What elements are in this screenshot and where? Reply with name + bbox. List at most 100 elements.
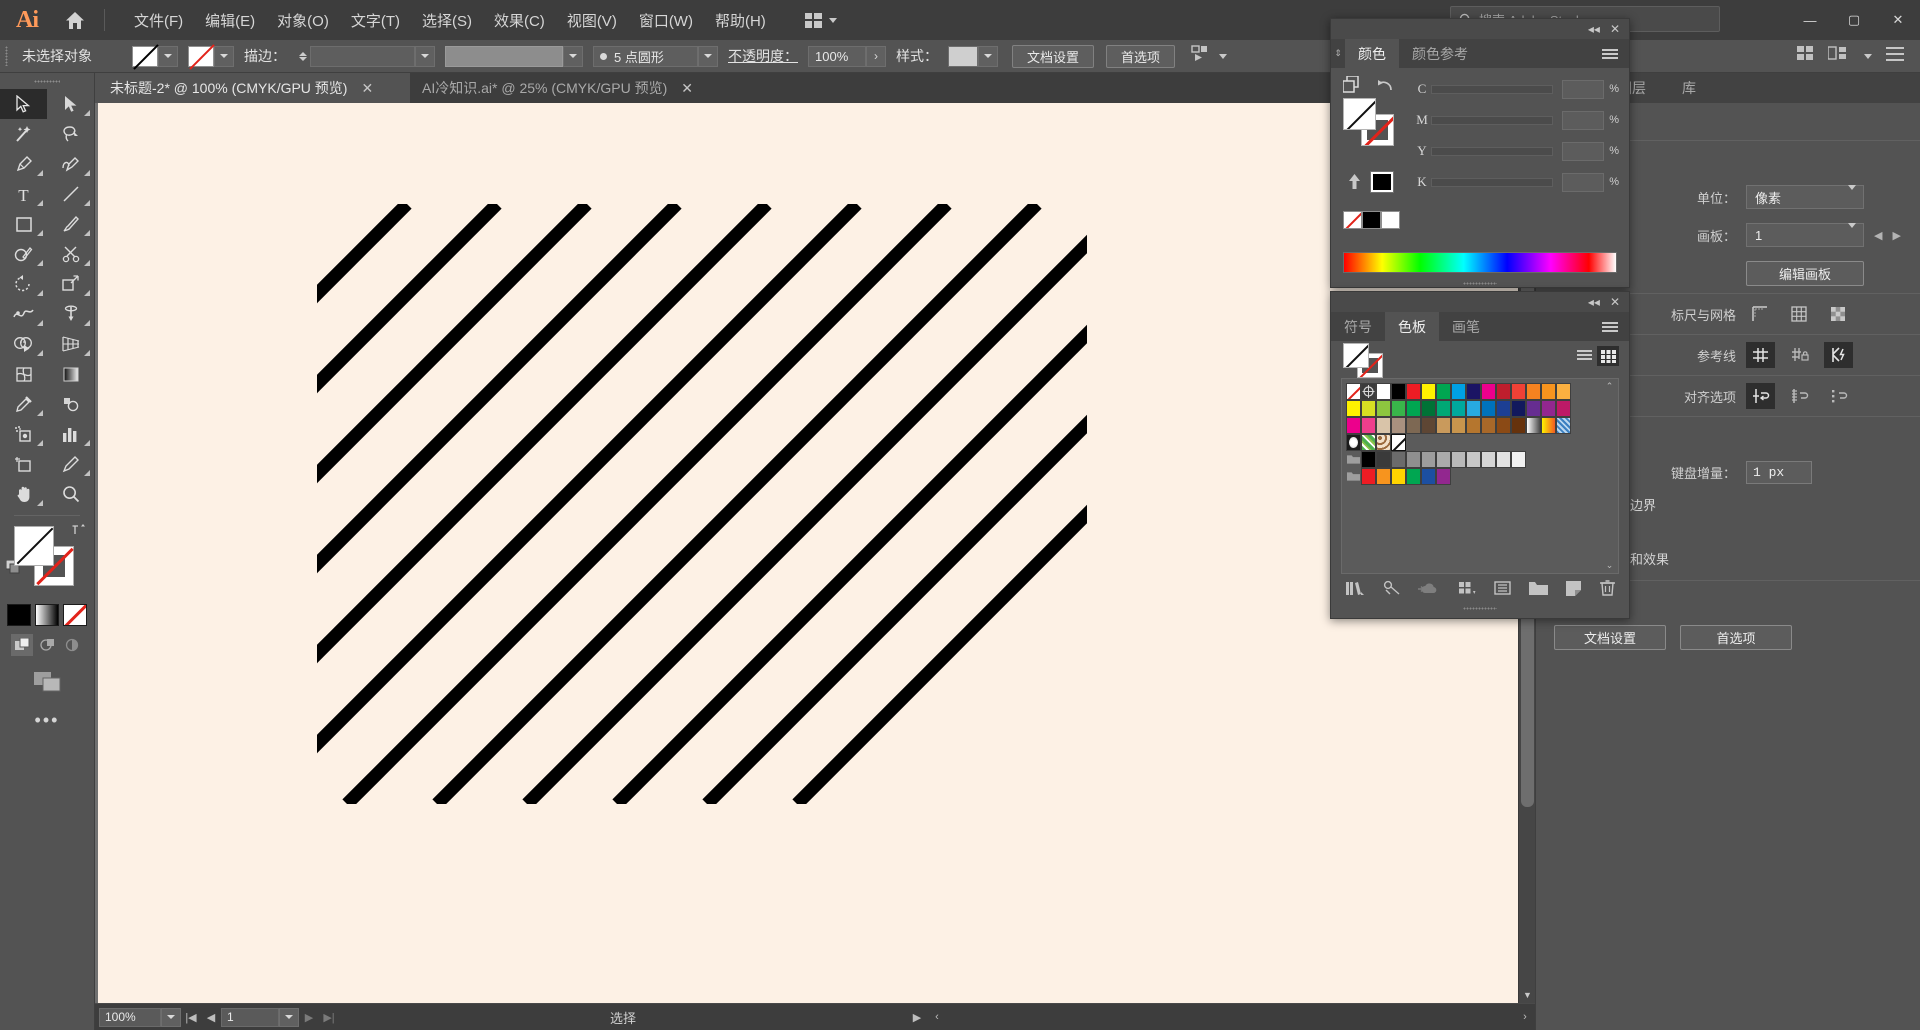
close-button[interactable]: ✕ [1876, 0, 1920, 40]
stroke-dropdown[interactable] [214, 45, 234, 67]
toolbar-grip[interactable] [0, 73, 94, 89]
stroke-weight-field[interactable] [310, 45, 415, 67]
pen-tool[interactable] [0, 149, 47, 179]
color-icon[interactable] [7, 604, 31, 626]
direct-selection-tool[interactable] [47, 89, 94, 119]
swatch-color[interactable] [1466, 417, 1481, 434]
swatch-gradient-yellow[interactable] [1541, 417, 1556, 434]
panel-menu-icon[interactable] [1602, 39, 1629, 68]
stripe-pattern-artwork[interactable] [317, 204, 1087, 804]
color-panel-header[interactable]: ◂◂ ✕ [1331, 19, 1629, 39]
smart-guides-icon[interactable] [1824, 342, 1853, 368]
tab-libraries[interactable]: 库 [1664, 73, 1714, 103]
revert-icon[interactable] [1377, 77, 1394, 98]
arrange-documents-icon[interactable] [1827, 46, 1850, 66]
cmyk-slider-k[interactable]: K % [1413, 169, 1619, 195]
artboard-number-field[interactable]: 1 [221, 1007, 279, 1027]
tab-color-guide[interactable]: 颜色参考 [1399, 39, 1481, 68]
align-icon[interactable] [1191, 45, 1211, 67]
quick-preferences-button[interactable]: 首选项 [1680, 625, 1792, 650]
swatch-none[interactable] [1343, 211, 1362, 229]
swatches-scrollbar[interactable]: ⌃ ⌄ [1603, 381, 1616, 571]
swatch-gradient-white[interactable] [1526, 417, 1541, 434]
units-select[interactable]: 像素 [1746, 184, 1864, 209]
panel-grip-icon[interactable]: ⇕ [1331, 39, 1345, 68]
prev-artboard-icon[interactable]: ◀ [1874, 229, 1882, 242]
swatch-color[interactable] [1436, 383, 1451, 400]
gradient-tool[interactable] [47, 359, 94, 389]
lock-guides-icon[interactable] [1785, 342, 1814, 368]
swatch-color[interactable] [1346, 417, 1361, 434]
fill-stroke-proxy-icon[interactable] [1342, 75, 1362, 99]
slider-value-field[interactable] [1562, 79, 1605, 99]
slider-value-field[interactable] [1562, 172, 1605, 192]
swatch-color[interactable] [1361, 400, 1376, 417]
swatch-color[interactable] [1511, 383, 1526, 400]
swatch-none[interactable] [1346, 383, 1361, 400]
width-tool[interactable] [0, 299, 47, 329]
swatch-color[interactable] [1361, 417, 1376, 434]
swatch-color[interactable] [1436, 468, 1451, 485]
show-guides-icon[interactable] [1746, 342, 1775, 368]
opacity-label[interactable]: 不透明度： [718, 46, 808, 66]
zoom-tool[interactable] [47, 479, 94, 509]
swatch-options-icon[interactable] [1458, 580, 1477, 601]
draw-inside-icon[interactable] [61, 634, 83, 656]
canvas-area[interactable]: ▲ ▼ [95, 103, 1535, 1003]
document-tab-inactive[interactable]: AI冷知识.ai* @ 25% (CMYK/GPU 预览) ✕ [410, 73, 728, 103]
gradient-icon[interactable] [35, 604, 59, 626]
swatch-color[interactable] [1541, 383, 1556, 400]
hand-tool[interactable] [0, 479, 47, 509]
type-tool[interactable]: T [0, 179, 47, 209]
snap-to-pixel-icon[interactable] [1824, 383, 1853, 409]
artboard[interactable] [98, 103, 1518, 1003]
align-chevron-down-icon[interactable] [1219, 53, 1228, 59]
maximize-button[interactable]: ▢ [1832, 0, 1876, 40]
close-icon[interactable]: ✕ [361, 80, 373, 97]
swatch-color[interactable] [1436, 417, 1451, 434]
draw-behind-icon[interactable] [36, 634, 58, 656]
swatch-color[interactable] [1451, 451, 1466, 468]
swatch-color[interactable] [1421, 451, 1436, 468]
swatch-pattern-floral[interactable] [1376, 434, 1391, 451]
slider-track[interactable] [1431, 115, 1554, 125]
swatch-color[interactable] [1421, 468, 1436, 485]
tab-swatches[interactable]: 色板 [1385, 312, 1439, 341]
stroke-profile-field[interactable] [445, 45, 563, 67]
change-screen-mode-icon[interactable] [0, 672, 94, 692]
swatch-color[interactable] [1481, 383, 1496, 400]
swatch-black[interactable] [1391, 383, 1406, 400]
arrange-chevron-down-icon[interactable] [1864, 53, 1872, 59]
swatch-color[interactable] [1361, 451, 1376, 468]
curvature-tool[interactable] [47, 149, 94, 179]
swatch-libraries-icon[interactable] [1345, 580, 1365, 601]
close-icon[interactable]: ✕ [1610, 295, 1620, 309]
list-view-icon[interactable] [1573, 346, 1595, 366]
swatch-color[interactable] [1376, 451, 1391, 468]
swatch-color[interactable] [1511, 417, 1526, 434]
swatch-color[interactable] [1511, 451, 1526, 468]
swatch-color[interactable] [1391, 400, 1406, 417]
last-artboard-icon[interactable]: ▶| [319, 1004, 339, 1030]
selection-tool[interactable] [0, 89, 47, 119]
document-setup-button[interactable]: 文档设置 [1012, 44, 1095, 68]
swatch-color[interactable] [1421, 383, 1436, 400]
swatch-color[interactable] [1496, 400, 1511, 417]
menu-help[interactable]: 帮助(H) [704, 5, 777, 36]
menu-edit[interactable]: 编辑(E) [194, 5, 266, 36]
draw-normal-icon[interactable] [11, 634, 33, 656]
home-icon[interactable] [54, 0, 96, 40]
show-grid-icon[interactable] [1785, 301, 1814, 327]
swatch-color[interactable] [1376, 417, 1391, 434]
stroke-profile-dropdown[interactable] [563, 45, 583, 67]
stroke-weight-dropdown[interactable] [415, 45, 435, 67]
menu-window[interactable]: 窗口(W) [628, 5, 704, 36]
swatch-color[interactable] [1421, 400, 1436, 417]
collapse-icon[interactable]: ◂◂ [1588, 295, 1600, 309]
swatch-white[interactable] [1381, 211, 1400, 229]
swatch-none-alt[interactable] [1391, 434, 1406, 451]
menu-view[interactable]: 视图(V) [556, 5, 628, 36]
lasso-tool[interactable] [47, 119, 94, 149]
menu-object[interactable]: 对象(O) [266, 5, 340, 36]
swatch-color[interactable] [1406, 417, 1421, 434]
